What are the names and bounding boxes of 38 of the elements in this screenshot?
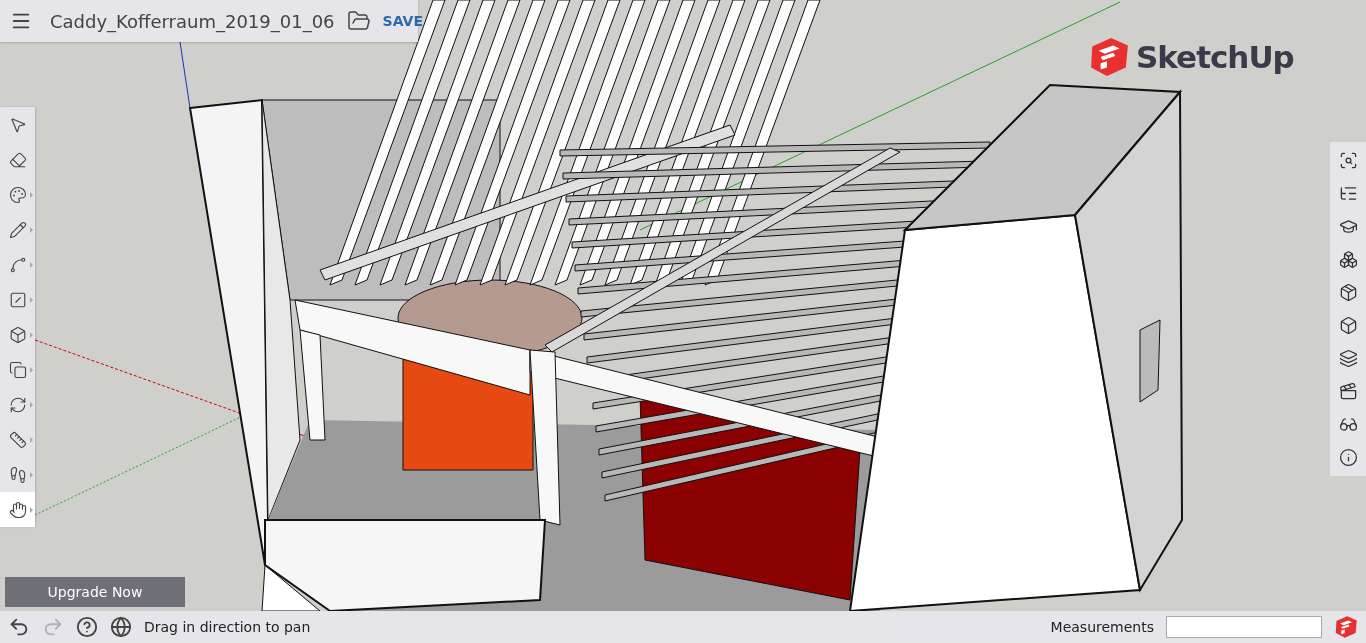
tree-list-icon bbox=[1338, 184, 1358, 203]
globe-button[interactable] bbox=[110, 616, 132, 638]
magnifier-icon bbox=[1338, 151, 1358, 170]
box-icon bbox=[1338, 316, 1358, 335]
eraser-icon bbox=[8, 150, 27, 169]
cubes-icon bbox=[1338, 250, 1358, 269]
pencil-icon bbox=[8, 220, 27, 239]
graduation-cap-icon bbox=[1338, 217, 1358, 236]
measurements-label: Measurements bbox=[1050, 619, 1154, 635]
undo-button[interactable] bbox=[8, 616, 30, 638]
folder-button[interactable] bbox=[346, 9, 371, 33]
box-icon bbox=[8, 325, 27, 344]
tape-measure-icon bbox=[8, 430, 27, 449]
package-icon bbox=[1338, 283, 1358, 302]
arrow-icon bbox=[8, 115, 27, 134]
upgrade-button[interactable]: Upgrade Now bbox=[5, 577, 185, 607]
arc-icon bbox=[8, 255, 27, 274]
layers-icon bbox=[1338, 349, 1358, 368]
squares-icon bbox=[8, 360, 27, 379]
clapperboard-icon bbox=[1338, 382, 1358, 401]
glasses-icon bbox=[1338, 415, 1358, 434]
logo-icon bbox=[1334, 615, 1358, 639]
file-title: Caddy_Kofferraum_2019_01_06 bbox=[50, 10, 335, 32]
measurements-field[interactable] bbox=[1166, 616, 1322, 638]
tool-button[interactable] bbox=[0, 492, 35, 527]
footprints-icon bbox=[8, 465, 27, 484]
logo-icon bbox=[1088, 36, 1130, 78]
hand-icon bbox=[8, 500, 27, 519]
circular-arrows-icon bbox=[8, 395, 27, 414]
save-button[interactable]: SAVE bbox=[382, 13, 423, 29]
model-viewport[interactable]: Caddy_Kofferraum_2019_01_06 SAVE SketchUp Upgrade Now bbox=[0, 0, 1366, 611]
status-hint: Drag in direction to pan bbox=[144, 619, 311, 635]
help-button[interactable] bbox=[76, 616, 98, 638]
rectangle-icon bbox=[8, 290, 27, 309]
axis-line bbox=[179, 41, 191, 109]
logo-text: SketchUp bbox=[1136, 39, 1294, 75]
info-icon bbox=[1338, 448, 1358, 467]
palette-icon bbox=[8, 185, 27, 204]
